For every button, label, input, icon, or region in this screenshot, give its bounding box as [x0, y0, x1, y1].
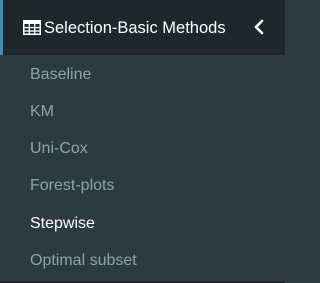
- menu-header-label: Selection-Basic Methods: [44, 19, 226, 37]
- submenu-item-baseline[interactable]: Baseline: [30, 63, 91, 87]
- table-grid-icon: [23, 20, 41, 35]
- sidebar-menu: Selection-Basic Methods Baseline KM Uni-…: [0, 0, 285, 283]
- submenu-item-forest-plots[interactable]: Forest-plots: [30, 174, 114, 198]
- menu-header-selection-basic-methods[interactable]: Selection-Basic Methods: [0, 0, 285, 55]
- submenu-item-optimal-subset[interactable]: Optimal subset: [30, 249, 137, 273]
- submenu-item-stepwise[interactable]: Stepwise: [30, 212, 95, 236]
- submenu-item-km[interactable]: KM: [30, 100, 54, 124]
- submenu-item-uni-cox[interactable]: Uni-Cox: [30, 137, 88, 161]
- chevron-left-icon[interactable]: [253, 19, 265, 35]
